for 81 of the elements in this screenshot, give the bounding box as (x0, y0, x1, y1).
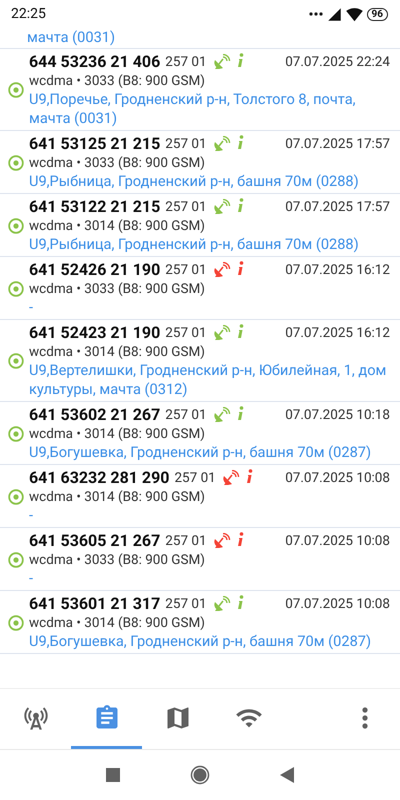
technology-text: wcdma • 3033 (B8: 900 GSM) (29, 72, 206, 88)
timestamp: 07.07.2025 22:24 (285, 54, 390, 70)
cell-log-row[interactable]: 641 52426 21 190 257 01 07.07.2025 16:12 wcdma • 3033 (B8: 900 GSM) - (0, 257, 400, 320)
signal-icon (326, 6, 342, 22)
plmn-code: 257 01 (165, 324, 207, 340)
radio-dot-icon (8, 280, 24, 296)
plmn-code: 257 01 (165, 596, 207, 612)
address-text: U9,Рыбница, Гродненский р-н, башня 70м (0288) (29, 172, 360, 191)
cell-id: 641 53602 21 267 (29, 405, 160, 424)
info-icon (236, 324, 244, 341)
cell-id: 641 52426 21 190 (29, 260, 160, 279)
plmn-code: 257 01 (165, 262, 207, 278)
cell-log-row[interactable]: 641 53125 21 215 257 01 07.07.2025 17:57 wcdma • 3033 (B8: 900 GSM) U9,Рыбница, Гродненский р-н, башня 70м (0288) (0, 131, 400, 194)
address-text: U9,Богушевка, Гродненский р-н, башня 70м (0287) (29, 443, 372, 462)
plmn-code: 257 01 (165, 198, 207, 214)
timestamp: 07.07.2025 10:08 (285, 596, 390, 612)
plmn-code: 257 01 (165, 532, 207, 548)
technology-text: wcdma • 3033 (B8: 900 GSM) (29, 552, 206, 568)
radio-dot-icon (8, 552, 24, 568)
radio-dot-icon (8, 614, 24, 630)
timestamp: 07.07.2025 16:12 (285, 262, 390, 278)
cell-id: 641 53601 21 317 (29, 594, 160, 613)
battery-level: 96 (366, 8, 388, 20)
radio-dot-icon (8, 218, 24, 234)
timestamp: 07.07.2025 10:18 (285, 406, 390, 422)
cell-id: 641 53122 21 215 (29, 197, 160, 216)
more-icon (362, 706, 368, 728)
technology-text: wcdma • 3014 (B8: 900 GSM) (29, 614, 206, 630)
timestamp: 07.07.2025 16:12 (285, 324, 390, 340)
address-text: - (29, 569, 34, 588)
technology-text: wcdma • 3033 (B8: 900 GSM) (29, 280, 206, 296)
home-icon[interactable] (190, 765, 210, 785)
timestamp: 07.07.2025 10:08 (285, 470, 390, 486)
technology-text: wcdma • 3014 (B8: 900 GSM) (29, 426, 206, 442)
plmn-code: 257 01 (174, 470, 216, 486)
plmn-code: 257 01 (165, 136, 207, 152)
address-text: - (29, 298, 34, 317)
timestamp: 07.07.2025 17:57 (285, 198, 390, 214)
info-icon (236, 198, 244, 215)
radio-dot-icon (8, 154, 24, 170)
cell-log-row[interactable]: 641 53601 21 317 257 01 07.07.2025 10:08 wcdma • 3014 (B8: 900 GSM) U9,Богушевка, Гродненский р-н, башня 70м (0287) (0, 591, 400, 654)
clock-time: 22:25 (11, 6, 46, 22)
wifi-status-icon (346, 6, 363, 22)
cell-log-row[interactable]: 641 53605 21 267 257 01 07.07.2025 10:08 wcdma • 3033 (B8: 900 GSM) - (0, 528, 400, 591)
cell-id: 641 53605 21 267 (29, 531, 160, 550)
address-text: мачта (0031) (0, 28, 400, 49)
technology-text: wcdma • 3033 (B8: 900 GSM) (29, 154, 206, 170)
radio-dot-icon (8, 82, 24, 98)
cell-log-row[interactable]: 644 53236 21 406 257 01 07.07.2025 22:24 wcdma • 3033 (B8: 900 GSM) U9,Поречье, Гродненский р-н, Толстого 8, почта, мачта (0031) (0, 49, 400, 131)
radio-dot-icon (8, 353, 24, 369)
cell-id: 641 63232 281 290 (29, 468, 170, 487)
cell-log-row[interactable]: 641 52423 21 190 257 01 07.07.2025 16:12 wcdma • 3014 (B8: 900 GSM) U9,Вертелишки, Гродненский р-н, Юбилейная, 1, дом культуры, мачта (0312) (0, 320, 400, 402)
cell-id: 641 52423 21 190 (29, 323, 160, 342)
technology-text: wcdma • 3014 (B8: 900 GSM) (29, 344, 206, 360)
radio-dot-icon (8, 488, 24, 504)
address-text: - (29, 506, 34, 525)
address-text: U9,Поречье, Гродненский р-н, Толстого 8, почта, мачта (0031) (29, 90, 357, 128)
info-icon (246, 469, 253, 486)
notification-dots-icon (308, 12, 323, 16)
address-text: U9,Богушевка, Гродненский р-н, башня 70м (0287) (29, 632, 372, 651)
cell-log-row[interactable]: 641 53122 21 215 257 01 07.07.2025 17:57 wcdma • 3014 (B8: 900 GSM) U9,Рыбница, Гродненский р-н, башня 70м (0288) (0, 194, 400, 257)
technology-text: wcdma • 3014 (B8: 900 GSM) (29, 488, 206, 504)
info-icon (236, 261, 244, 278)
back-icon[interactable] (280, 767, 294, 783)
info-icon (236, 135, 244, 152)
address-text: U9,Вертелишки, Гродненский р-н, Юбилейная, 1, дом культуры, мачта (0312) (29, 361, 388, 399)
timestamp: 07.07.2025 17:57 (285, 136, 390, 152)
cell-log-row[interactable]: 641 53602 21 267 257 01 07.07.2025 10:18 wcdma • 3014 (B8: 900 GSM) U9,Богушевка, Гродненский р-н, башня 70м (0287) (0, 402, 400, 465)
cell-id: 644 53236 21 406 (29, 52, 160, 71)
info-icon (236, 595, 244, 612)
cell-id: 641 53125 21 215 (29, 134, 160, 153)
address-text: U9,Рыбница, Гродненский р-н, башня 70м (0288) (29, 235, 360, 254)
info-icon (236, 406, 244, 423)
technology-text: wcdma • 3014 (B8: 900 GSM) (29, 218, 206, 234)
info-icon (236, 53, 244, 70)
info-icon (236, 532, 244, 549)
radio-dot-icon (8, 426, 24, 442)
plmn-code: 257 01 (165, 54, 207, 70)
plmn-code: 257 01 (165, 406, 207, 422)
timestamp: 07.07.2025 10:08 (285, 532, 390, 548)
cell-log-row[interactable]: 641 63232 281 290 257 01 07.07.2025 10:08 wcdma • 3014 (B8: 900 GSM) - (0, 465, 400, 528)
